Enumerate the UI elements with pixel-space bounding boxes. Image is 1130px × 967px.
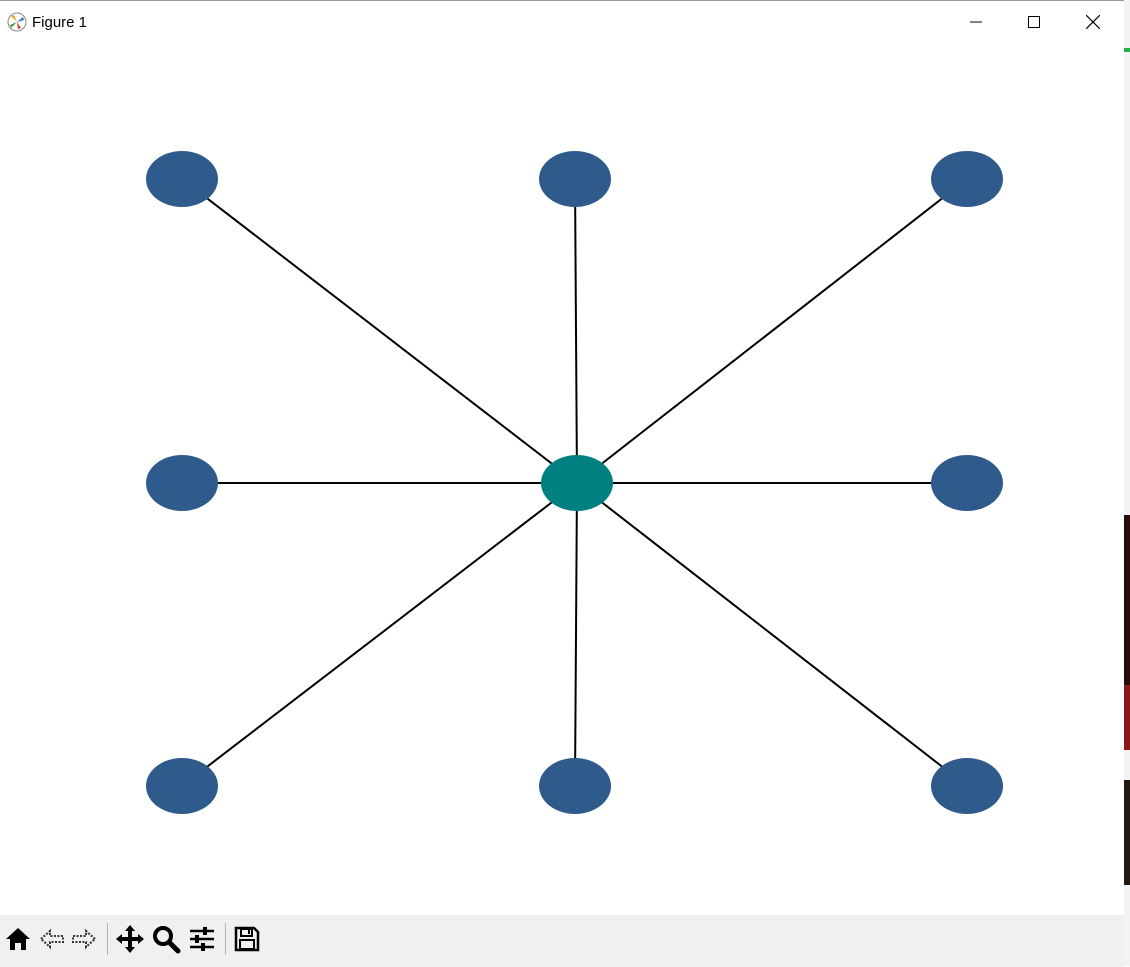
toolbar-separator: [225, 923, 226, 955]
home-button[interactable]: [2, 923, 34, 955]
minimize-button[interactable]: [947, 1, 1005, 43]
node-top-center: [539, 151, 611, 207]
close-button[interactable]: [1064, 1, 1122, 43]
zoom-button[interactable]: [150, 923, 182, 955]
node-bottom-left: [146, 758, 218, 814]
forward-icon: [72, 928, 97, 950]
maximize-button[interactable]: [1005, 1, 1063, 43]
navigation-toolbar: [0, 915, 1124, 967]
home-icon: [6, 928, 30, 950]
maximize-icon: [1028, 16, 1040, 28]
edge-center-top-center: [574, 178, 578, 484]
minimize-icon: [970, 21, 982, 23]
figure-window: Figure 1: [0, 0, 1124, 967]
edge-center-bottom-center: [574, 482, 578, 787]
edge-center-top-left: [181, 178, 578, 484]
save-button[interactable]: [231, 923, 263, 955]
node-middle-left: [146, 455, 218, 511]
configure-subplots-icon: [190, 927, 214, 951]
matplotlib-app-icon: [7, 12, 27, 32]
node-bottom-right: [931, 758, 1003, 814]
node-center: [541, 455, 613, 511]
edge-center-bottom-left: [181, 482, 578, 787]
forward-button[interactable]: [68, 923, 100, 955]
node-top-right: [931, 151, 1003, 207]
pan-icon: [116, 925, 144, 953]
back-icon: [39, 928, 64, 950]
close-icon: [1086, 15, 1100, 29]
back-button[interactable]: [36, 923, 68, 955]
node-bottom-center: [539, 758, 611, 814]
zoom-icon: [153, 926, 181, 954]
node-top-left: [146, 151, 218, 207]
title-bar[interactable]: Figure 1: [0, 1, 1124, 43]
pan-button[interactable]: [114, 923, 146, 955]
background-app-edge: [1124, 0, 1130, 966]
window-title: Figure 1: [32, 14, 88, 31]
edge-center-bottom-right: [576, 482, 968, 787]
configure-subplots-button[interactable]: [186, 923, 218, 955]
toolbar-separator: [107, 923, 108, 955]
plot-canvas[interactable]: [0, 43, 1124, 915]
node-middle-right: [931, 455, 1003, 511]
save-icon: [234, 926, 260, 952]
edge-center-top-right: [576, 178, 968, 484]
